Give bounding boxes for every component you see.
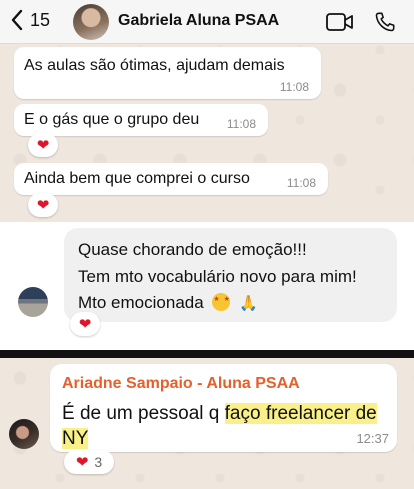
message-text: E o gás que o grupo deu [24,111,200,128]
message-bubble[interactable]: As aulas são ótimas, ajudam demais 11:08 [14,47,321,99]
message-time: 11:08 [226,117,256,131]
phone-call-icon[interactable] [374,11,396,33]
message-bubble[interactable]: E o gás que o grupo deu 11:08 [14,104,268,136]
highlighted-text: NY [62,428,89,449]
chat-header: 15 Gabriela Aluna PSAA [0,0,414,44]
message-bubble[interactable]: Quase chorando de emoção!!! Tem mto voca… [64,228,397,322]
chat-panel-top: 15 Gabriela Aluna PSAA As aulas são ótim… [0,0,414,222]
sender-name[interactable]: Ariadne Sampaio - Aluna PSAA [62,375,300,393]
message-line: Quase chorando de emoção!!! [78,240,307,259]
video-call-icon[interactable] [326,13,354,31]
message-text: As aulas são ótimas, ajudam demais [24,57,285,74]
reaction-badge[interactable]: ❤ [28,133,58,157]
message-bubble[interactable]: Ainda bem que comprei o curso 11:08 [14,163,328,195]
screenshot-divider [0,350,414,358]
heart-icon: ❤ [36,197,50,214]
contact-name[interactable]: Gabriela Aluna PSAA [118,12,279,30]
message-text: Ainda bem que comprei o curso [24,170,250,187]
heart-icon: ❤ [36,137,50,154]
heart-icon: ❤ [75,454,89,471]
reaction-badge[interactable]: ❤ 3 [64,450,114,474]
chat-panel-middle: Quase chorando de emoção!!! Tem mto voca… [0,222,414,350]
chevron-left-icon [11,9,23,31]
contact-avatar[interactable] [73,4,109,40]
highlighted-text: faço freelancer de [224,403,377,424]
praying-hands-emoji-icon: 🙏 [239,295,258,312]
star-struck-emoji-icon [212,293,231,311]
message-line: Mto emocionada [78,293,204,312]
message-bubble[interactable]: Ariadne Sampaio - Aluna PSAA É de um pes… [50,364,397,452]
message-time: 11:08 [286,176,316,190]
message-time: 11:08 [279,80,309,94]
message-time: 12:37 [356,431,389,446]
reaction-count: 3 [94,454,103,470]
unread-count: 15 [30,9,51,30]
back-button[interactable]: 15 [10,9,50,31]
sender-avatar[interactable] [18,287,48,317]
message-text: É de um pessoal q [62,403,225,424]
sender-avatar[interactable] [9,419,39,449]
reaction-badge[interactable]: ❤ [28,193,58,217]
chat-panel-bottom: Ariadne Sampaio - Aluna PSAA É de um pes… [0,358,414,489]
message-line: Tem mto vocabulário novo para mim! [78,267,357,286]
reaction-badge[interactable]: ❤ [70,312,100,336]
heart-icon: ❤ [78,316,92,333]
